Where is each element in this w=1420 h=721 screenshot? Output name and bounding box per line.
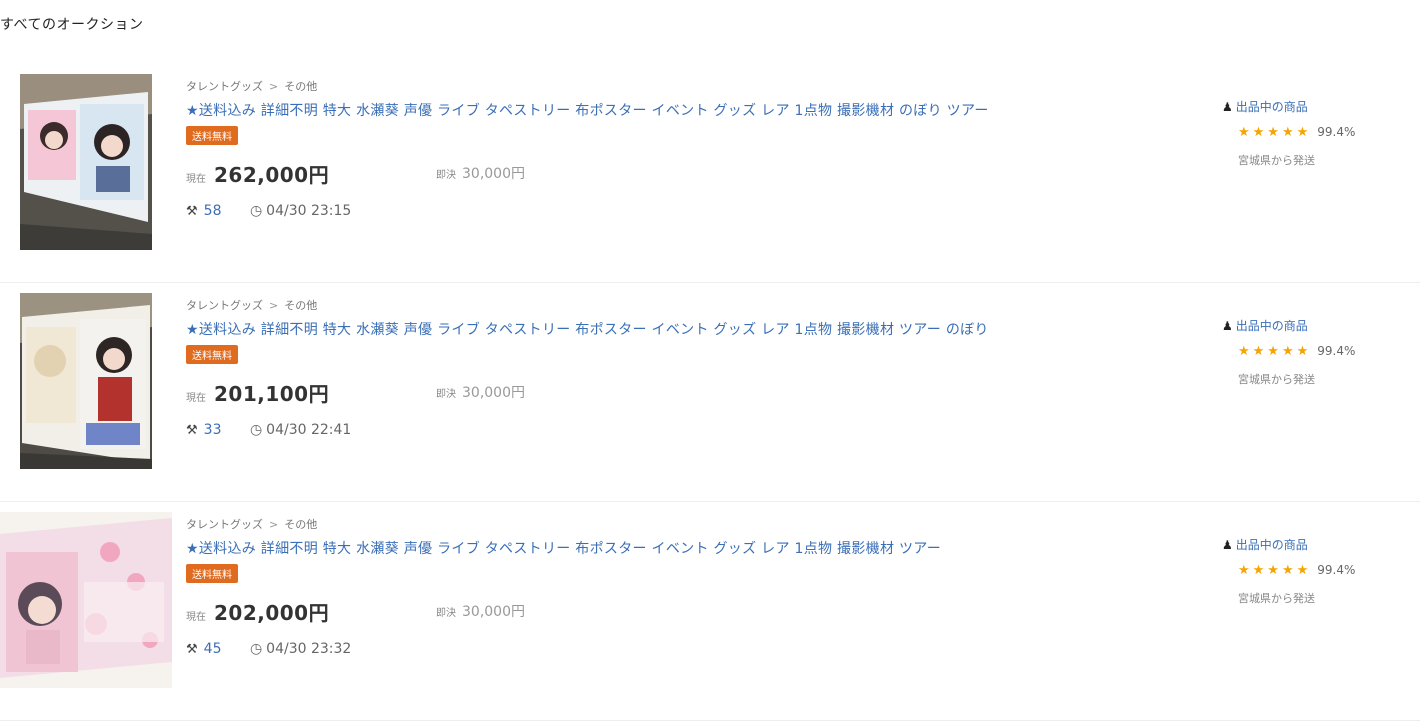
price-block: 現在 202,000円 即決 30,000円 [186, 597, 1206, 625]
buyout-price-label: 即決 [436, 608, 456, 619]
breadcrumb-separator: > [269, 518, 279, 531]
price-block: 現在 262,000円 即決 30,000円 [186, 159, 1206, 187]
seller-rating: ★★★★★ 99.4% [1222, 125, 1412, 140]
category-breadcrumb: タレントグッズ > その他 [186, 78, 1206, 94]
breadcrumb-link[interactable]: その他 [284, 299, 317, 312]
current-price-label: 現在 [186, 393, 206, 404]
current-price: 201,100円 [214, 382, 330, 406]
rating-percent: 99.4% [1317, 563, 1356, 577]
person-icon: ♟ [1222, 100, 1233, 114]
current-price: 202,000円 [214, 601, 330, 625]
seller-rating: ★★★★★ 99.4% [1222, 344, 1412, 359]
category-breadcrumb: タレントグッズ > その他 [186, 297, 1206, 313]
gavel-icon: ⚒ [186, 642, 198, 657]
clock-icon: ◷ [249, 203, 263, 219]
buyout-price-label: 即決 [436, 389, 456, 400]
item-title-link[interactable]: ★送料込み 詳細不明 特大 水瀬葵 声優 ライブ タペストリー 布ポスター イベ… [186, 100, 1206, 120]
end-time: 04/30 22:41 [266, 422, 352, 438]
buyout-price-label: 即決 [436, 170, 456, 181]
person-icon: ♟ [1222, 538, 1233, 552]
ship-from: 宮城県から発送 [1238, 154, 1315, 167]
buyout-price: 30,000円 [462, 604, 525, 620]
end-time: 04/30 23:32 [266, 641, 352, 657]
ship-from: 宮城県から発送 [1238, 373, 1315, 386]
ship-from: 宮城県から発送 [1238, 592, 1315, 605]
star-icon: ★★★★★ [1238, 344, 1312, 359]
auction-list: タレントグッズ > その他 ★送料込み 詳細不明 特大 水瀬葵 声優 ライブ タペス… [0, 64, 1420, 721]
breadcrumb-link[interactable]: タレントグッズ [186, 80, 263, 93]
free-shipping-badge: 送料無料 [186, 126, 238, 145]
end-time: 04/30 23:15 [266, 203, 352, 219]
free-shipping-badge: 送料無料 [186, 345, 238, 364]
buyout-price-block: 即決 30,000円 [436, 601, 525, 621]
tapestry-photo-image [0, 512, 172, 688]
auction-item: タレントグッズ > その他 ★送料込み 詳細不明 特大 水瀬葵 声優 ライブ タペス… [0, 64, 1420, 283]
gavel-icon: ⚒ [186, 423, 198, 438]
star-icon: ★★★★★ [1238, 563, 1312, 578]
item-title-link[interactable]: ★送料込み 詳細不明 特大 水瀬葵 声優 ライブ タペストリー 布ポスター イベ… [186, 538, 1206, 558]
seller-items-link[interactable]: 出品中の商品 [1236, 538, 1308, 552]
current-price: 262,000円 [214, 163, 330, 187]
clock-icon: ◷ [249, 641, 263, 657]
clock-icon: ◷ [249, 422, 263, 438]
tapestry-photo-image [20, 293, 152, 469]
rating-percent: 99.4% [1317, 125, 1356, 139]
seller-info: ♟ 出品中の商品 ★★★★★ 99.4% 宮城県から発送 [1222, 315, 1412, 387]
breadcrumb-link[interactable]: タレントグッズ [186, 518, 263, 531]
breadcrumb-link[interactable]: その他 [284, 80, 317, 93]
item-thumbnail[interactable] [20, 293, 152, 469]
bid-count-link[interactable]: 58 [204, 203, 222, 219]
seller-info: ♟ 出品中の商品 ★★★★★ 99.4% 宮城県から発送 [1222, 96, 1412, 168]
free-shipping-badge: 送料無料 [186, 564, 238, 583]
seller-info: ♟ 出品中の商品 ★★★★★ 99.4% 宮城県から発送 [1222, 534, 1412, 606]
page-heading: すべてのオークション [0, 17, 144, 33]
buyout-price: 30,000円 [462, 385, 525, 401]
seller-items-link[interactable]: 出品中の商品 [1236, 319, 1308, 333]
item-meta: ⚒ 45 ◷ 04/30 23:32 [186, 641, 1206, 657]
category-breadcrumb: タレントグッズ > その他 [186, 516, 1206, 532]
bid-count-link[interactable]: 45 [204, 641, 222, 657]
breadcrumb-separator: > [269, 299, 279, 312]
item-thumbnail[interactable] [0, 512, 172, 688]
seller-items-link[interactable]: 出品中の商品 [1236, 100, 1308, 114]
item-title-link[interactable]: ★送料込み 詳細不明 特大 水瀬葵 声優 ライブ タペストリー 布ポスター イベ… [186, 319, 1206, 339]
breadcrumb-link[interactable]: タレントグッズ [186, 299, 263, 312]
item-meta: ⚒ 33 ◷ 04/30 22:41 [186, 422, 1206, 438]
current-price-label: 現在 [186, 174, 206, 185]
buyout-price-block: 即決 30,000円 [436, 163, 525, 183]
buyout-price: 30,000円 [462, 166, 525, 182]
person-icon: ♟ [1222, 319, 1233, 333]
rating-percent: 99.4% [1317, 344, 1356, 358]
buyout-price-block: 即決 30,000円 [436, 382, 525, 402]
auction-item: タレントグッズ > その他 ★送料込み 詳細不明 特大 水瀬葵 声優 ライブ タペス… [0, 283, 1420, 502]
star-icon: ★★★★★ [1238, 125, 1312, 140]
auction-item: タレントグッズ > その他 ★送料込み 詳細不明 特大 水瀬葵 声優 ライブ タペス… [0, 502, 1420, 721]
breadcrumb-link[interactable]: その他 [284, 518, 317, 531]
bid-count-link[interactable]: 33 [204, 422, 222, 438]
item-thumbnail[interactable] [20, 74, 152, 250]
seller-rating: ★★★★★ 99.4% [1222, 563, 1412, 578]
current-price-label: 現在 [186, 612, 206, 623]
tapestry-photo-image [20, 74, 152, 250]
price-block: 現在 201,100円 即決 30,000円 [186, 378, 1206, 406]
breadcrumb-separator: > [269, 80, 279, 93]
item-meta: ⚒ 58 ◷ 04/30 23:15 [186, 203, 1206, 219]
gavel-icon: ⚒ [186, 204, 198, 219]
